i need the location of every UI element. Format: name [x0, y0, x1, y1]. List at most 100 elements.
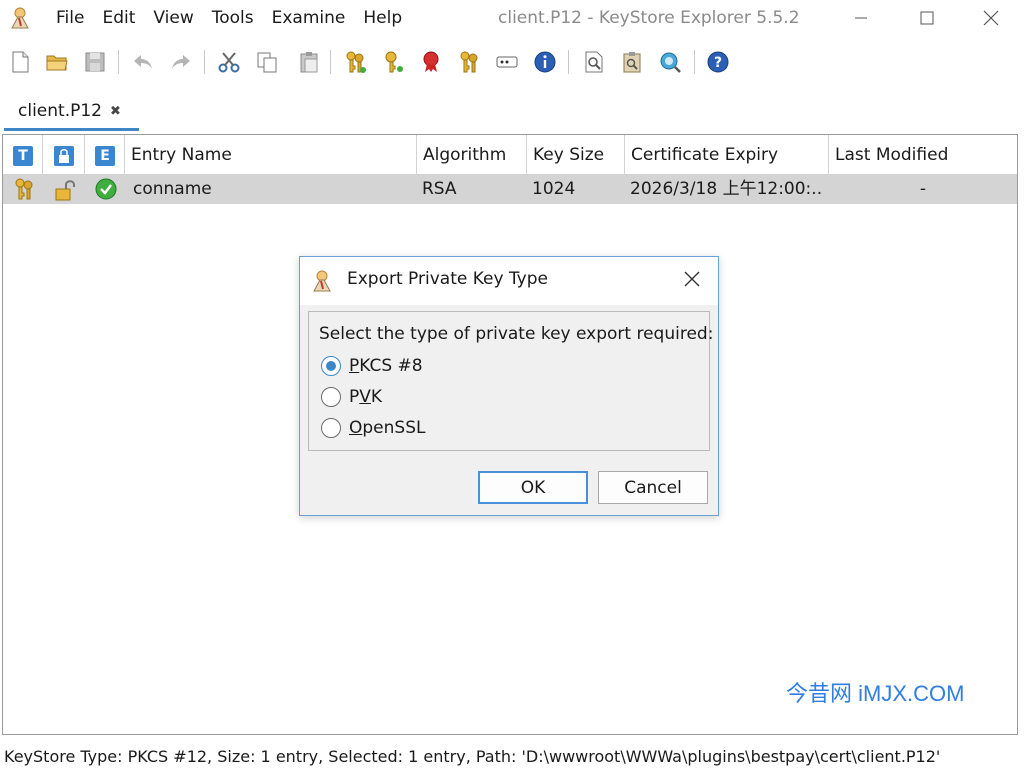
paste-button[interactable] — [297, 50, 321, 74]
cancel-button[interactable]: Cancel — [598, 471, 708, 504]
new-file-icon — [12, 51, 29, 73]
examine-clipboard-button[interactable] — [620, 50, 644, 74]
column-header-lock[interactable] — [43, 135, 85, 175]
examine-ssl-button[interactable] — [658, 50, 682, 74]
menu-examine[interactable]: Examine — [270, 6, 362, 30]
status-bar: KeyStore Type: PKCS #12, Size: 1 entry, … — [4, 747, 941, 766]
copy-icon — [257, 52, 277, 73]
ok-button[interactable]: OK — [478, 471, 588, 504]
undo-button[interactable] — [131, 50, 155, 74]
menu-edit[interactable]: Edit — [100, 6, 151, 30]
menu-help[interactable]: Help — [361, 6, 418, 30]
active-tab-indicator — [4, 128, 139, 131]
radio-label-pkcs8-rest: KCS #8 — [359, 356, 423, 376]
key-pair-icon — [460, 51, 478, 73]
examine-clipboard-icon — [623, 52, 641, 73]
key-icon — [385, 51, 403, 73]
password-field-icon — [496, 56, 518, 68]
maximize-button[interactable] — [904, 0, 950, 36]
info-icon — [534, 51, 556, 73]
radio-button-unchecked[interactable] — [321, 418, 341, 438]
paste-icon — [300, 52, 318, 73]
maximize-icon — [920, 11, 934, 25]
radio-label-pvk-k: K — [370, 387, 383, 407]
menu-view[interactable]: View — [151, 6, 209, 30]
mnemonic-p: P — [349, 356, 360, 376]
import-trusted-certificate-button[interactable] — [419, 50, 443, 74]
column-header-expiry-status[interactable]: E — [85, 135, 125, 175]
toolbar-separator — [694, 50, 695, 74]
minimize-icon — [855, 17, 867, 19]
close-window-button[interactable] — [968, 0, 1014, 36]
save-icon — [85, 52, 105, 72]
column-header-entry-name[interactable]: Entry Name — [125, 135, 417, 175]
mnemonic-v: V — [359, 387, 371, 407]
toolbar: ? — [0, 40, 1024, 84]
keystore-properties-button[interactable] — [533, 50, 557, 74]
generate-secret-key-button[interactable] — [381, 50, 405, 74]
column-header-type[interactable]: T — [3, 135, 43, 175]
cell-last-modified: - — [919, 179, 927, 199]
cell-algorithm: RSA — [422, 179, 457, 199]
menu-tools[interactable]: Tools — [210, 6, 270, 30]
table-row[interactable]: conname RSA 1024 2026/3/18 上午12:00:... - — [3, 175, 1017, 204]
cut-button[interactable] — [217, 50, 241, 74]
set-password-button[interactable] — [495, 50, 519, 74]
key-pair-icon — [346, 51, 366, 73]
redo-button[interactable] — [169, 50, 193, 74]
help-button[interactable]: ? — [706, 50, 730, 74]
keystore-explorer-logo-icon — [313, 270, 331, 292]
export-type-prompt: Select the type of private key export re… — [319, 324, 714, 344]
redo-icon — [172, 55, 190, 69]
column-header-last-modified[interactable]: Last Modified — [829, 135, 1017, 175]
key-pair-icon — [15, 178, 33, 200]
lock-column-icon — [54, 146, 74, 166]
column-header-key-size[interactable]: Key Size — [527, 135, 625, 175]
toolbar-separator — [568, 50, 569, 74]
radio-label-openssl-rest: penSSL — [362, 418, 426, 438]
radio-pkcs8[interactable]: PKCS #8 — [321, 354, 423, 378]
tab-close-icon[interactable]: ✖ — [110, 104, 121, 119]
mnemonic-o: O — [349, 418, 363, 438]
close-icon — [983, 10, 999, 26]
radio-button-checked[interactable] — [321, 356, 341, 376]
open-keystore-button[interactable] — [45, 50, 69, 74]
expiry-column-icon: E — [95, 146, 115, 166]
new-keystore-button[interactable] — [8, 50, 32, 74]
scissors-icon — [218, 52, 240, 73]
column-header-certificate-expiry[interactable]: Certificate Expiry — [625, 135, 829, 175]
window-title: client.P12 - KeyStore Explorer 5.5.2 — [498, 8, 800, 28]
keystore-explorer-logo-icon — [11, 7, 29, 29]
svg-text:?: ? — [714, 55, 722, 71]
tab-client-p12[interactable]: client.P12 ✖ — [4, 92, 139, 130]
radio-button-unchecked[interactable] — [321, 387, 341, 407]
type-column-icon: T — [13, 146, 33, 166]
dialog-title-bar: Export Private Key Type — [300, 257, 718, 305]
radio-label-pkcs8: PKCS #8 — [349, 356, 423, 376]
toolbar-separator — [204, 50, 205, 74]
column-header-algorithm[interactable]: Algorithm — [417, 135, 527, 175]
export-type-group: Select the type of private key export re… — [308, 311, 714, 451]
check-circle-icon — [95, 178, 117, 200]
tab-label: client.P12 — [18, 101, 102, 121]
cell-certificate-expiry: 2026/3/18 上午12:00:... — [630, 179, 822, 199]
close-icon — [684, 271, 700, 287]
dialog-close-button[interactable] — [680, 267, 704, 291]
radio-pvk[interactable]: PVK — [321, 385, 382, 409]
examine-ssl-icon — [660, 52, 681, 73]
open-folder-icon — [46, 55, 68, 71]
radio-label-openssl: OpenSSL — [349, 418, 425, 438]
generate-key-pair-button[interactable] — [343, 50, 367, 74]
menu-file[interactable]: File — [40, 6, 100, 30]
save-keystore-button[interactable] — [83, 50, 107, 74]
menu-bar: File Edit View Tools Examine Help — [40, 6, 418, 30]
radio-openssl[interactable]: OpenSSL — [321, 416, 425, 440]
certificate-ribbon-icon — [423, 51, 439, 72]
copy-button[interactable] — [255, 50, 279, 74]
import-key-pair-button[interactable] — [457, 50, 481, 74]
minimize-button[interactable] — [838, 0, 884, 36]
site-watermark: 今昔网 iMJX.COM — [786, 681, 965, 706]
examine-file-button[interactable] — [582, 50, 606, 74]
export-private-key-type-dialog: Export Private Key Type Select the type … — [299, 256, 719, 516]
help-icon: ? — [707, 51, 729, 73]
